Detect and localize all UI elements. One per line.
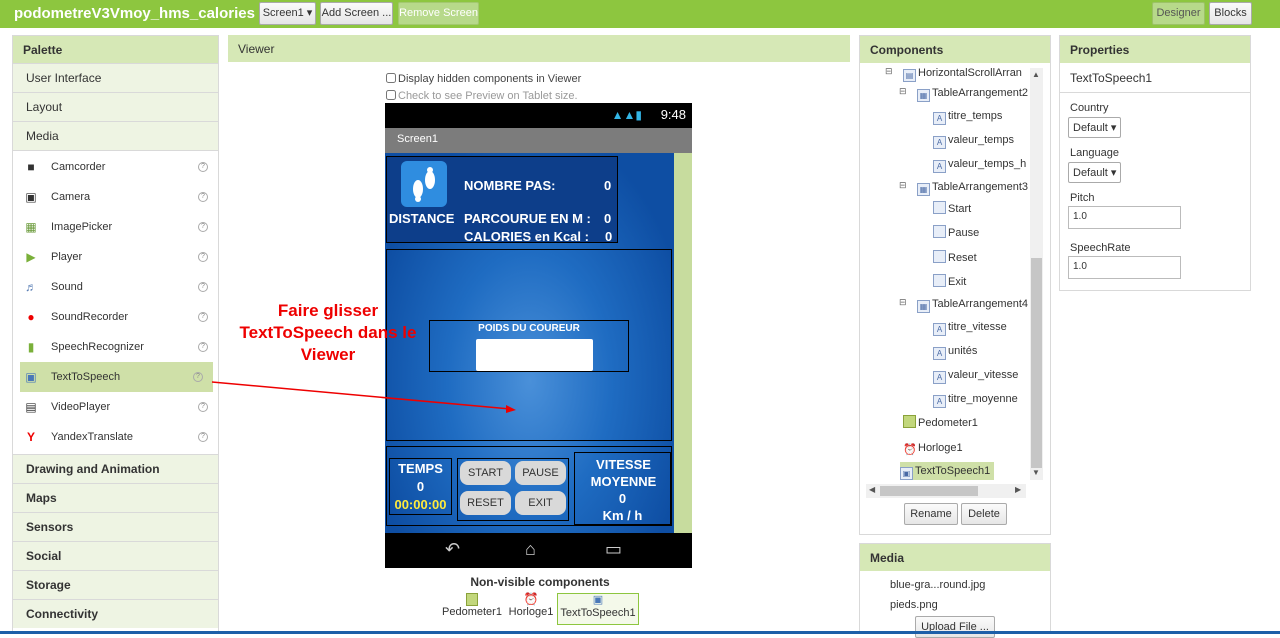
horizontal-scroll-thumb[interactable] [880,486,978,496]
collapse-icon[interactable]: ⊟ [885,66,893,77]
texttospeech-icon: ▣ [592,594,604,606]
tree-titre-vitesse[interactable]: Atitre_vitesse [933,318,1007,336]
tree-horloge[interactable]: ⏰Horloge1 [903,439,963,457]
scroll-down-icon[interactable]: ▼ [1032,468,1040,477]
tree-exit[interactable]: Exit [933,273,966,291]
table-icon: ▦ [917,89,930,102]
tree-titre-temps[interactable]: Atitre_temps [933,107,1002,125]
rename-button[interactable]: Rename [904,503,958,525]
tree-horizontal-scroll[interactable]: ▤ HorizontalScrollArran [903,64,1022,82]
label-icon: A [933,347,946,360]
pedometer-icon [903,415,916,428]
tree-reset[interactable]: Reset [933,249,977,267]
button-icon [933,274,946,287]
scroll-left-icon[interactable]: ◀ [869,485,875,494]
vertical-scroll-thumb[interactable] [1031,258,1042,468]
upload-file-button[interactable]: Upload File ... [915,616,995,638]
tree-valeur-temps[interactable]: Avaleur_temps [933,131,1014,149]
properties-title: Properties [1060,36,1250,63]
button-icon [933,250,946,263]
components-vertical-scrollbar[interactable]: ▲ ▼ [1030,68,1043,480]
tree-valeur-temps-h[interactable]: Avaleur_temps_h [933,155,1026,173]
tree-table-arrangement-3[interactable]: ▦ TableArrangement3 [917,178,1028,196]
components-horizontal-scrollbar[interactable]: ◀ ▶ [866,484,1026,498]
nonvisible-title: Non-visible components [470,575,610,589]
pitch-label: Pitch [1070,192,1095,204]
tree-pedometer[interactable]: Pedometer1 [903,414,978,432]
label-icon: A [933,136,946,149]
collapse-icon[interactable]: ⊟ [899,86,907,97]
tree-valeur-vitesse[interactable]: Avaleur_vitesse [933,366,1018,384]
label-icon: A [933,395,946,408]
tree-table-arrangement-4[interactable]: ▦ TableArrangement4 [917,295,1028,313]
pedometer-icon [466,593,478,606]
texttospeech-icon: ▣ [900,467,913,480]
tree-start[interactable]: Start [933,200,971,218]
collapse-icon[interactable]: ⊟ [899,180,907,191]
label-icon: A [933,112,946,125]
scroll-arrangement-icon: ▤ [903,69,916,82]
scroll-up-icon[interactable]: ▲ [1032,70,1040,79]
tree-titre-moyenne[interactable]: Atitre_moyenne [933,390,1018,408]
clock-icon: ⏰ [903,444,917,456]
tree-pause[interactable]: Pause [933,224,979,242]
media-panel: Media blue-gra...round.jpg pieds.png Upl… [859,543,1051,638]
table-icon: ▦ [917,300,930,313]
tree-unites[interactable]: Aunités [933,342,977,360]
table-icon: ▦ [917,183,930,196]
nonvisible-horloge[interactable]: ⏰ Horloge1 [507,592,555,619]
label-icon: A [933,323,946,336]
speechrate-input[interactable]: 1.0 [1068,256,1181,279]
selected-component-name: TextToSpeech1 [1060,63,1250,93]
label-icon: A [933,160,946,173]
tree-table-arrangement-2[interactable]: ▦ TableArrangement2 [917,84,1028,102]
nonvisible-texttospeech[interactable]: ▣ TextToSpeech1 [557,593,639,625]
label-icon: A [933,371,946,384]
clock-icon: ⏰ [523,592,539,606]
button-icon [933,225,946,238]
components-tree[interactable]: ⊟ ▤ HorizontalScrollArran ⊟ ▦ TableArrange… [865,64,1031,504]
country-label: Country [1070,102,1109,114]
nonvisible-pedometer[interactable]: Pedometer1 [442,593,502,618]
collapse-icon[interactable]: ⊟ [899,297,907,308]
components-title: Components [860,36,1050,63]
button-icon [933,201,946,214]
media-file[interactable]: pieds.png [890,599,938,611]
properties-panel: Properties TextToSpeech1 Country Default… [1059,35,1251,291]
pitch-input[interactable]: 1.0 [1068,206,1181,229]
media-file[interactable]: blue-gra...round.jpg [890,579,985,591]
delete-button[interactable]: Delete [961,503,1007,525]
language-select[interactable]: Default ▾ [1068,162,1122,183]
scroll-right-icon[interactable]: ▶ [1015,485,1021,494]
tree-texttospeech[interactable]: ▣ TextToSpeech1 [900,462,995,480]
country-select[interactable]: Default ▾ [1068,117,1122,138]
language-label: Language [1070,147,1119,159]
media-title: Media [860,544,1050,571]
speechrate-label: SpeechRate [1070,242,1131,254]
